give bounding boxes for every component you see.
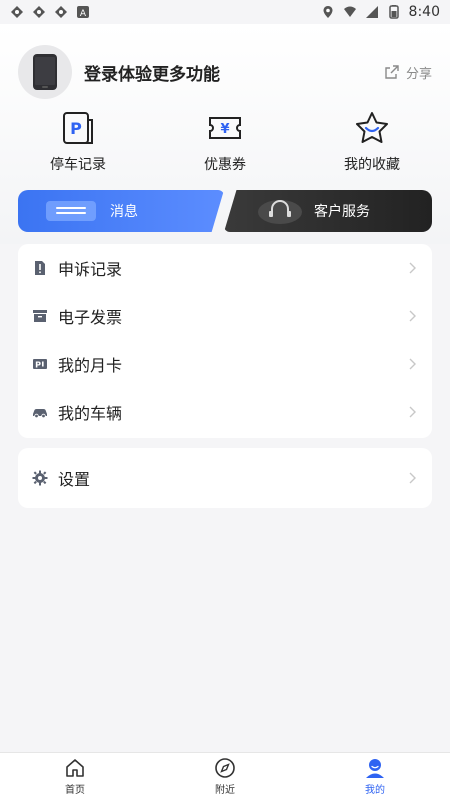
chevron-right-icon xyxy=(409,406,416,418)
menu-item-complaint-record[interactable]: 申诉记录 xyxy=(18,244,432,292)
nav-label: 附近 xyxy=(215,785,235,796)
svg-text:P: P xyxy=(70,119,82,138)
chevron-right-icon xyxy=(409,262,416,274)
share-button[interactable]: 分享 xyxy=(384,63,432,82)
nav-label: 首页 xyxy=(65,785,85,796)
menu-item-settings[interactable]: 设置 xyxy=(18,448,432,508)
complaint-icon xyxy=(35,261,45,275)
tab-customer-service[interactable]: 客户服务 xyxy=(224,190,432,232)
menu-item-label: 我的车辆 xyxy=(58,404,123,423)
compass-icon xyxy=(215,758,235,778)
avatar[interactable] xyxy=(18,45,72,99)
nav-nearby[interactable]: 附近 xyxy=(150,757,300,796)
signal-icon xyxy=(365,6,378,18)
profile-row[interactable]: 登录体验更多功能 分享 xyxy=(18,44,432,100)
headset-icon xyxy=(258,200,302,224)
svg-text:¥: ¥ xyxy=(220,122,229,137)
nav-label: 我的 xyxy=(365,785,385,796)
status-right: 8:40 xyxy=(321,4,440,20)
nav-mine[interactable]: 我的 xyxy=(300,757,450,796)
message-icon xyxy=(46,201,96,221)
nav-home[interactable]: 首页 xyxy=(0,757,150,796)
notification-icon xyxy=(55,6,67,18)
monthly-card-icon: P xyxy=(33,359,47,370)
status-time: 8:40 xyxy=(408,4,440,20)
user-icon xyxy=(366,759,384,778)
coupon-icon: ¥ xyxy=(209,117,241,139)
quick-item-favorite[interactable]: 我的收藏 xyxy=(312,110,432,180)
parking-record-icon: P xyxy=(63,112,93,144)
quick-actions: P 停车记录 ¥ 优惠券 我的收藏 xyxy=(18,110,432,180)
share-label: 分享 xyxy=(405,66,432,82)
message-service-tabs: 消息 客户服务 xyxy=(18,190,432,232)
login-prompt[interactable]: 登录体验更多功能 xyxy=(84,60,220,85)
gear-icon xyxy=(32,470,48,486)
home-icon xyxy=(66,759,84,777)
chevron-right-icon xyxy=(409,310,416,322)
menu-item-label: 电子发票 xyxy=(58,308,123,327)
wifi-icon xyxy=(343,6,356,17)
bottom-nav: 首页 附近 我的 xyxy=(0,752,450,800)
status-bar: A 8:40 xyxy=(0,0,450,24)
quick-item-parking-record[interactable]: P 停车记录 xyxy=(18,110,138,180)
chevron-right-icon xyxy=(409,472,416,484)
phone-icon xyxy=(33,54,57,90)
quick-label: 我的收藏 xyxy=(344,157,400,173)
status-left: A xyxy=(10,5,90,19)
settings-card: 设置 xyxy=(18,448,432,508)
menu-item-label: 我的月卡 xyxy=(58,356,123,375)
menu-item-monthly-card[interactable]: P 我的月卡 xyxy=(18,340,432,388)
menu-item-label: 申诉记录 xyxy=(58,260,123,279)
share-icon xyxy=(385,65,399,79)
notification-icon xyxy=(33,6,45,18)
svg-text:A: A xyxy=(80,9,87,19)
favorite-icon xyxy=(356,112,388,143)
invoice-icon xyxy=(33,310,47,322)
menu-item-e-invoice[interactable]: 电子发票 xyxy=(18,292,432,340)
notification-icon xyxy=(11,6,23,18)
quick-item-coupon[interactable]: ¥ 优惠券 xyxy=(165,110,285,180)
font-icon: A xyxy=(77,6,89,19)
tab-messages[interactable]: 消息 xyxy=(18,190,224,232)
quick-label: 停车记录 xyxy=(50,157,106,173)
menu-card: 申诉记录 电子发票 P 我的月卡 我的车辆 xyxy=(18,244,432,438)
menu-item-label: 设置 xyxy=(58,470,91,489)
location-icon xyxy=(323,6,333,18)
tab-customer-service-label: 客户服务 xyxy=(314,204,370,220)
chevron-right-icon xyxy=(409,358,416,370)
tab-messages-label: 消息 xyxy=(110,204,138,220)
quick-label: 优惠券 xyxy=(204,157,246,173)
battery-icon xyxy=(388,5,399,19)
menu-item-my-vehicle[interactable]: 我的车辆 xyxy=(18,388,432,436)
vehicle-icon xyxy=(33,409,47,419)
svg-text:P: P xyxy=(35,361,41,370)
